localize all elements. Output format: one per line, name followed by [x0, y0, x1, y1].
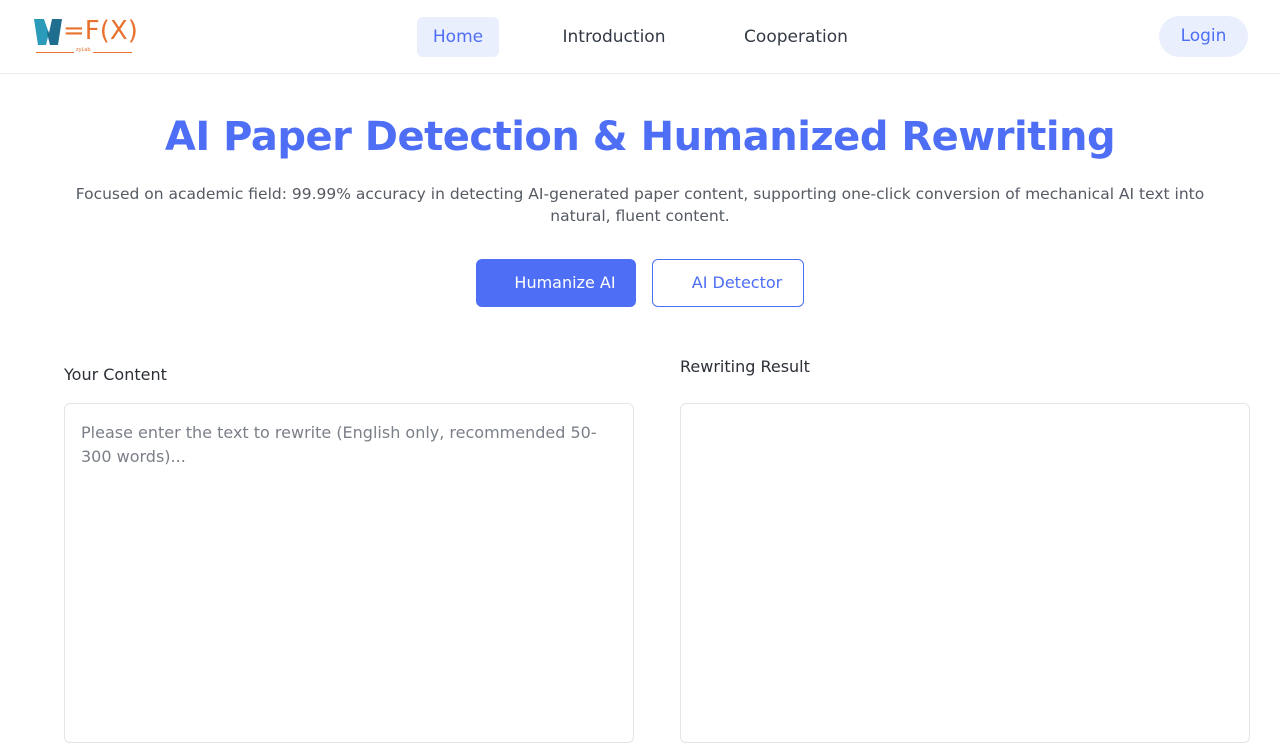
rewriting-result-text [681, 404, 1249, 438]
logo-y-mark-icon [34, 19, 62, 45]
content-input-panel [64, 403, 634, 743]
logo-subtext: zyLab [74, 47, 93, 53]
nav-item-cooperation[interactable]: Cooperation [727, 17, 865, 57]
ai-detector-button[interactable]: AI Detector [652, 259, 804, 307]
content-input[interactable] [65, 404, 633, 742]
page-subtitle: Focused on academic field: 99.99% accura… [75, 185, 1205, 225]
nav-item-home[interactable]: Home [417, 17, 499, 57]
logo-text: =F(X) [63, 16, 138, 46]
nav-item-introduction[interactable]: Introduction [545, 17, 683, 57]
humanize-ai-button[interactable]: Humanize AI [476, 259, 636, 307]
login-button[interactable]: Login [1159, 16, 1248, 57]
rewriting-result-panel[interactable] [680, 403, 1250, 743]
top-header: =F(X) zyLab Home Introduction Cooperatio… [0, 0, 1280, 74]
site-logo[interactable]: =F(X) zyLab [32, 14, 138, 56]
page-title: AI Paper Detection & Humanized Rewriting [164, 114, 1116, 160]
rewriting-result-label: Rewriting Result [680, 357, 810, 376]
your-content-label: Your Content [64, 365, 167, 384]
